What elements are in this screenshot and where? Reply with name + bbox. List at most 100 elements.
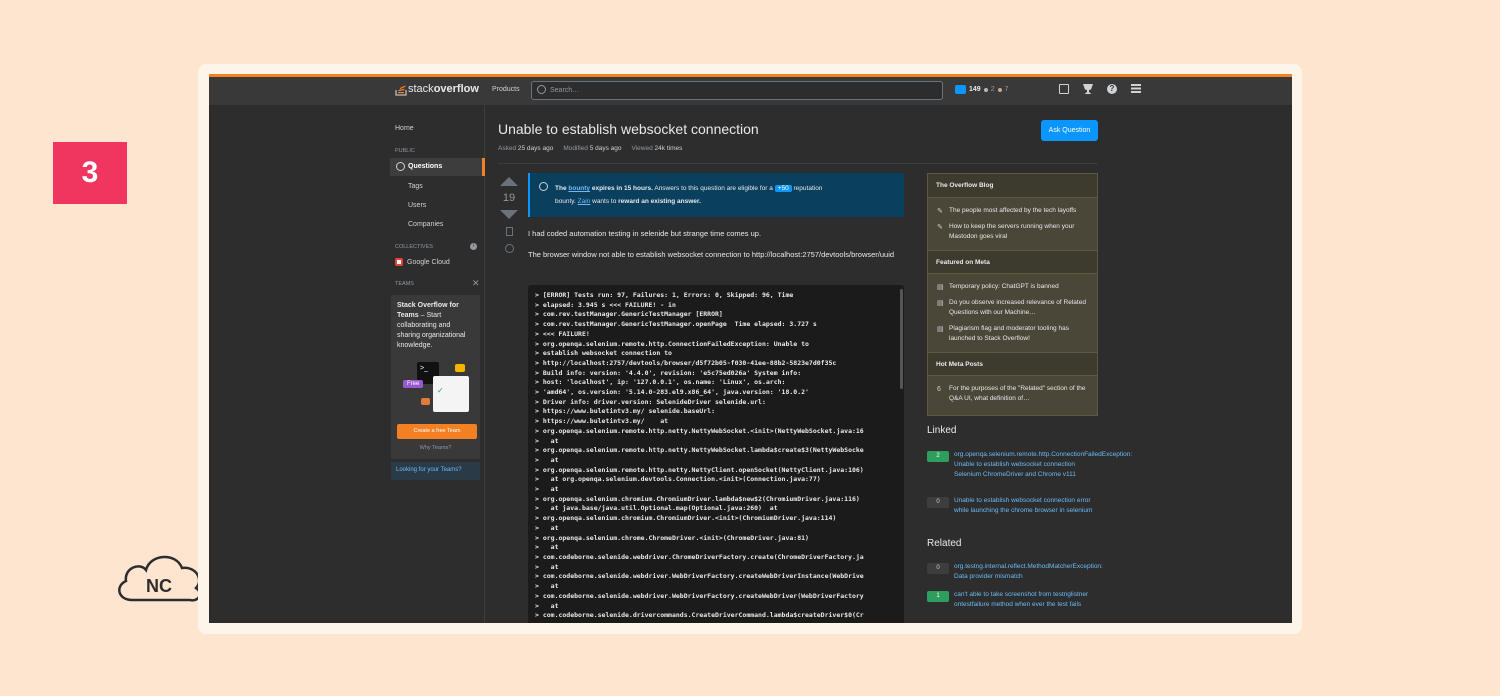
modified-value[interactable]: 5 days ago: [590, 145, 622, 152]
code-line: > elapsed: 3.945 s <<< FAILURE! - in: [535, 300, 676, 309]
chat-bubble-icon: [421, 398, 430, 405]
code-line: > establish websocket connection to: [535, 349, 672, 358]
code-line: > org.openqa.selenium.remote.http.netty.…: [535, 446, 864, 455]
sidebar-item-label: Questions: [408, 163, 443, 170]
code-line: > com.codeborne.selenide.webdriver.WebDr…: [535, 591, 864, 600]
code-line: > at: [535, 485, 559, 494]
stackexchange-icon: ▤: [937, 300, 944, 307]
bounty-link[interactable]: bounty: [568, 185, 590, 192]
sidebar-heading-teams: TEAMS: [395, 281, 414, 287]
bookmark-icon[interactable]: [505, 227, 513, 236]
stackoverflow-logo[interactable]: stack overflow: [395, 82, 479, 96]
downvote-button[interactable]: [500, 210, 518, 219]
related-question-link[interactable]: can't able to take screenshot from testn…: [954, 590, 1099, 610]
code-line: > at: [535, 455, 559, 464]
history-icon[interactable]: [504, 244, 514, 253]
close-icon[interactable]: ✕: [472, 278, 480, 289]
stackexchange-icon: ▤: [937, 284, 944, 291]
nc-logo-text: NC: [146, 576, 172, 596]
code-line: > org.openqa.selenium.remote.http.Connec…: [535, 339, 809, 348]
hot-meta-count: 6: [937, 386, 941, 393]
code-line: > https://www.buletintv3.my/ selenide.ba…: [535, 407, 716, 416]
asked-value: 25 days ago: [517, 145, 554, 152]
code-line: > com.codeborne.selenide.webdriver.WebDr…: [535, 572, 864, 581]
linked-question-link[interactable]: org.openqa.selenium.remote.http.Connecti…: [954, 450, 1132, 480]
related-question[interactable]: 1 can't able to take screenshot from test…: [927, 590, 1099, 610]
bounty-line-2: bounty. Zain wants to reward an existing…: [555, 195, 904, 208]
bounty-expiry: expires in 15 hours.: [590, 185, 653, 192]
why-teams-link[interactable]: Why Teams?: [391, 445, 480, 451]
viewed-value: 24k times: [654, 145, 683, 152]
code-line: > https://www.buletintv3.my/ at: [535, 417, 669, 426]
bounty-user-link[interactable]: Zain: [578, 198, 591, 205]
hot-meta-item[interactable]: 6 For the purposes of the "Related" secti…: [928, 384, 1097, 404]
code-line: > at: [535, 601, 559, 610]
sidebar-item-users[interactable]: Users: [408, 202, 426, 209]
related-heading: Related: [927, 538, 962, 549]
code-line: > <<< FAILURE!: [535, 329, 590, 338]
help-icon[interactable]: ?: [1107, 84, 1117, 94]
pencil-icon: ✎: [937, 208, 943, 215]
inbox-icon[interactable]: [1059, 84, 1069, 94]
code-line: > at: [535, 523, 559, 532]
sidebar-item-home[interactable]: Home: [395, 125, 414, 132]
related-question-link[interactable]: org.testng.internal.reflect.MethodMatche…: [954, 562, 1103, 582]
meta-item-text: Plagiarism flag and moderator tooling ha…: [949, 325, 1069, 342]
blog-item-text: How to keep the servers running when you…: [949, 223, 1075, 240]
teams-illustration: >_ Free ✓: [403, 360, 469, 412]
meta-item[interactable]: ▤ Plagiarism flag and moderator tooling h…: [928, 324, 1097, 344]
sidebar-heading-public: PUBLIC: [395, 148, 415, 154]
reputation-count: 149: [969, 86, 981, 93]
upvote-button[interactable]: [500, 177, 518, 186]
create-free-team-button[interactable]: Create a free Team: [397, 424, 477, 439]
blog-item[interactable]: ✎ The people most affected by the tech la…: [928, 206, 1097, 216]
question-body-paragraph: I had coded automation testing in seleni…: [528, 229, 762, 238]
code-line: > at: [535, 582, 559, 591]
code-line: > org.openqa.selenium.remote.http.netty.…: [535, 465, 864, 474]
hot-meta-heading: Hot Meta Posts: [928, 352, 1097, 376]
title-divider: [498, 163, 1098, 164]
bounty-text: wants to: [590, 198, 619, 205]
linked-question[interactable]: 0 Unable to establish websocket connectio…: [927, 496, 1099, 516]
free-tag: Free: [403, 380, 424, 388]
question-title[interactable]: Unable to establish websocket connection: [498, 121, 759, 137]
featured-meta-heading: Featured on Meta: [928, 250, 1097, 274]
meta-item-text: Do you observe increased relevance of Re…: [949, 299, 1086, 316]
sidebar-item-companies[interactable]: Companies: [408, 221, 443, 228]
trophy-icon[interactable]: [1083, 84, 1093, 94]
blog-item[interactable]: ✎ How to keep the servers running when yo…: [928, 222, 1097, 242]
looking-for-teams-link[interactable]: Looking for your Teams?: [391, 462, 480, 480]
products-link[interactable]: Products: [492, 86, 520, 93]
sidebar-item-questions[interactable]: Questions: [390, 158, 485, 176]
sidebar-item-google-cloud[interactable]: Google Cloud: [395, 258, 450, 266]
code-line: > org.openqa.selenium.chromium.ChromiumD…: [535, 494, 860, 503]
linked-heading: Linked: [927, 425, 957, 436]
sidebar-item-tags[interactable]: Tags: [408, 183, 423, 190]
pencil-icon: ✎: [937, 224, 943, 231]
linked-question-link[interactable]: Unable to establish websocket connection…: [954, 496, 1099, 516]
logo-text-bold: overflow: [433, 83, 479, 95]
user-reputation[interactable]: 149 2 7: [955, 85, 1009, 94]
question-body-paragraph: The browser window not able to establish…: [528, 250, 895, 259]
search-input[interactable]: Search…: [531, 81, 943, 100]
code-line: > at java.base/java.util.Optional.map(Op…: [535, 504, 778, 513]
stackexchange-icon[interactable]: [1131, 84, 1141, 94]
stackexchange-icon: ▤: [937, 326, 944, 333]
blog-item-text: The people most affected by the tech lay…: [949, 207, 1077, 214]
code-line: > Driver info: driver.version: SelenideD…: [535, 397, 766, 406]
linked-question[interactable]: 2 org.openqa.selenium.remote.http.Connect…: [927, 450, 1132, 480]
meta-item[interactable]: ▤ Do you observe increased relevance of R…: [928, 298, 1097, 318]
ask-question-button[interactable]: Ask Question: [1041, 120, 1098, 141]
code-line: > com.rev.testManager.GenericTestManager…: [535, 320, 817, 329]
bronze-badge-icon: [997, 87, 1002, 92]
bounty-text: reputation: [791, 185, 823, 192]
clock-icon: [539, 182, 548, 191]
code-line: > 'amd64', os.version: '5.14.0-283.el9.x…: [535, 388, 809, 397]
code-scrollbar[interactable]: [900, 289, 903, 389]
related-question[interactable]: 0 org.testng.internal.reflect.MethodMatch…: [927, 562, 1103, 582]
search-placeholder: Search…: [550, 87, 580, 94]
meta-item[interactable]: ▤ Temporary policy: ChatGPT is banned: [928, 282, 1097, 292]
top-icons: ?: [1059, 84, 1141, 94]
code-line: > at: [535, 562, 559, 571]
info-icon[interactable]: i: [470, 243, 477, 250]
